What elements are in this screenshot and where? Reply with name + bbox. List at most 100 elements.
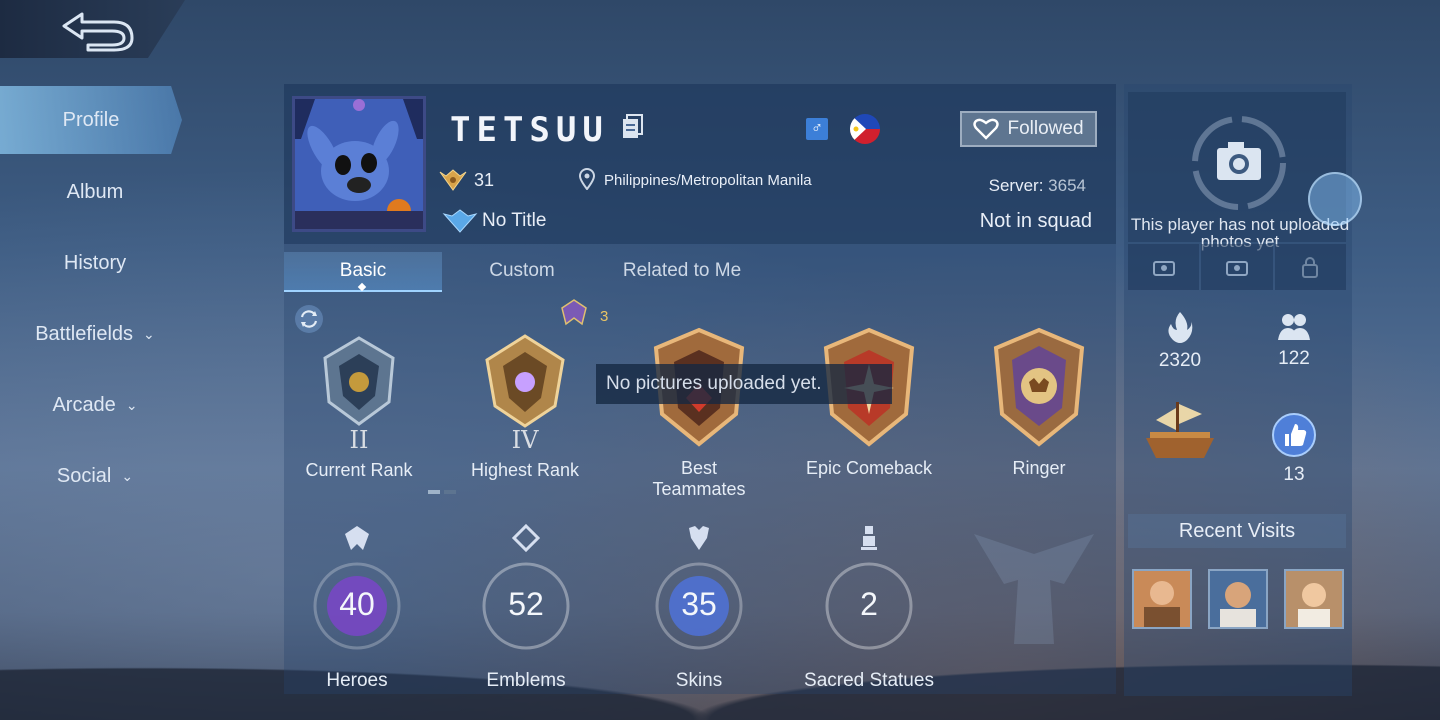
avatar[interactable] bbox=[292, 96, 426, 232]
badge-label: Current Rank bbox=[305, 460, 413, 480]
photo-slot[interactable] bbox=[1201, 244, 1273, 290]
popularity-stat: 2320 bbox=[1150, 310, 1210, 372]
best-teammates-badge[interactable]: Best Teammates bbox=[634, 324, 764, 500]
badge-label: Epic Comeback bbox=[805, 458, 933, 478]
nav-item-album[interactable]: Album bbox=[0, 157, 190, 227]
owl-silhouette-icon bbox=[974, 534, 1094, 644]
profile-panel: TETSUU ♂ Followed 31 Philippines/Metropo… bbox=[284, 84, 1116, 694]
chevron-down-icon: ⌄ bbox=[125, 396, 138, 413]
camera-icon bbox=[1152, 261, 1175, 276]
back-arrow-icon bbox=[62, 12, 134, 52]
recent-visitor-avatar[interactable] bbox=[1284, 569, 1344, 629]
nav-item-battlefields[interactable]: Battlefields ⌄ bbox=[0, 299, 190, 369]
male-icon: ♂ bbox=[806, 118, 828, 140]
nav-item-profile[interactable]: Profile bbox=[0, 86, 182, 154]
heroes-stat[interactable]: 40 Heroes bbox=[292, 524, 422, 692]
followers-stat: 122 bbox=[1264, 310, 1324, 370]
chevron-down-icon: ⌄ bbox=[143, 325, 155, 342]
flame-icon bbox=[1168, 312, 1193, 343]
badge-label: Best Teammates bbox=[652, 458, 746, 499]
recent-visitor-avatar[interactable] bbox=[1208, 569, 1268, 629]
photo-slots bbox=[1128, 244, 1346, 290]
heart-icon bbox=[973, 118, 1000, 140]
tab-related-to-me[interactable]: Related to Me bbox=[602, 252, 762, 290]
likes-stat[interactable]: 13 bbox=[1264, 412, 1324, 486]
hero-crest-icon bbox=[345, 526, 369, 550]
photo-slot[interactable] bbox=[1128, 244, 1200, 290]
emblems-value: 52 bbox=[508, 586, 544, 622]
rank-star-icon bbox=[561, 299, 587, 326]
profile-header: TETSUU ♂ Followed 31 Philippines/Metropo… bbox=[284, 84, 1116, 244]
visitor-photo bbox=[1134, 571, 1190, 627]
tab-custom[interactable]: Custom bbox=[444, 252, 600, 290]
nav-item-label: Social bbox=[56, 464, 112, 487]
sacred-statues-value: 2 bbox=[860, 586, 878, 622]
player-location: Philippines/Metropolitan Manila bbox=[604, 172, 812, 189]
followers-icon bbox=[1278, 314, 1310, 340]
emblems-stat[interactable]: 52 Emblems bbox=[461, 524, 591, 692]
statue-icon bbox=[861, 526, 877, 550]
followed-button[interactable]: Followed bbox=[960, 111, 1097, 147]
server-value: 3654 bbox=[1048, 176, 1086, 195]
skins-stat[interactable]: 35 Skins bbox=[634, 524, 764, 692]
badge-label: Ringer bbox=[1012, 458, 1066, 478]
recent-visits-title: Recent Visits bbox=[1128, 514, 1346, 548]
skins-ring: 35 bbox=[649, 556, 749, 656]
squad-status: Not in squad bbox=[979, 210, 1092, 232]
stitch-avatar-icon bbox=[295, 99, 423, 229]
followers-value: 122 bbox=[1278, 348, 1310, 369]
nav-item-history[interactable]: History bbox=[0, 228, 190, 298]
title-wings-icon bbox=[442, 209, 478, 233]
skins-value: 35 bbox=[681, 586, 717, 622]
skin-armor-icon bbox=[689, 526, 709, 550]
popularity-value: 2320 bbox=[1158, 350, 1202, 371]
no-pictures-tooltip: No pictures uploaded yet. bbox=[596, 364, 892, 404]
current-rank-badge[interactable]: II Current Rank bbox=[294, 332, 424, 481]
medal-shield-icon bbox=[993, 327, 1085, 447]
photo-box[interactable]: This player has not uploaded photos yet bbox=[1128, 92, 1349, 250]
ship-icon bbox=[1146, 402, 1214, 458]
visitor-photo bbox=[1286, 571, 1342, 627]
lock-icon bbox=[1302, 257, 1319, 278]
back-button[interactable] bbox=[0, 0, 185, 58]
stat-label: Heroes bbox=[326, 670, 388, 691]
likes-value: 13 bbox=[1283, 464, 1305, 485]
side-info-panel: This player has not uploaded photos yet … bbox=[1124, 84, 1352, 696]
profile-tabs: Basic Custom Related to Me bbox=[284, 252, 1116, 292]
emblem-icon bbox=[512, 524, 540, 552]
photo-slot[interactable] bbox=[1274, 244, 1346, 290]
tab-label: Custom bbox=[489, 260, 555, 281]
ringer-badge[interactable]: Ringer bbox=[974, 324, 1104, 479]
copy-icon[interactable] bbox=[622, 114, 644, 140]
rank-tier: II bbox=[349, 426, 369, 454]
heroes-value: 40 bbox=[339, 586, 375, 622]
nav-item-social[interactable]: Social ⌄ bbox=[0, 441, 190, 511]
server-label: Server: bbox=[988, 176, 1044, 195]
tab-basic[interactable]: Basic bbox=[284, 252, 442, 292]
nav-item-label: Arcade bbox=[52, 393, 116, 416]
badge-label: Highest Rank bbox=[470, 460, 580, 480]
player-name: TETSUU bbox=[450, 110, 609, 150]
stat-label: Skins bbox=[675, 670, 723, 691]
refresh-icon[interactable] bbox=[294, 304, 324, 334]
player-title: No Title bbox=[482, 210, 547, 231]
chevron-down-icon: ⌄ bbox=[121, 467, 134, 484]
rank-emblem-icon bbox=[323, 336, 395, 426]
nav-item-label: Album bbox=[66, 180, 124, 203]
tab-label: Basic bbox=[339, 260, 387, 281]
nav-item-label: Profile bbox=[62, 108, 120, 131]
nav-item-arcade[interactable]: Arcade ⌄ bbox=[0, 370, 190, 440]
followed-label: Followed bbox=[1007, 118, 1084, 139]
level-badge-icon bbox=[439, 169, 467, 191]
philippines-flag-icon bbox=[850, 114, 880, 144]
recent-visitor-avatar[interactable] bbox=[1132, 569, 1192, 629]
sacred-statues-stat[interactable]: 2 Sacred Statues bbox=[804, 524, 934, 692]
heroes-ring: 40 bbox=[307, 556, 407, 656]
page-indicator bbox=[428, 490, 456, 494]
camera-icon bbox=[1225, 261, 1248, 276]
sacred-statues-ring: 2 bbox=[819, 556, 919, 656]
active-tab-indicator bbox=[357, 282, 367, 292]
tab-label: Related to Me bbox=[622, 260, 742, 281]
highest-rank-badge[interactable]: IV Highest Rank bbox=[460, 332, 590, 481]
camera-icon bbox=[1192, 116, 1286, 210]
